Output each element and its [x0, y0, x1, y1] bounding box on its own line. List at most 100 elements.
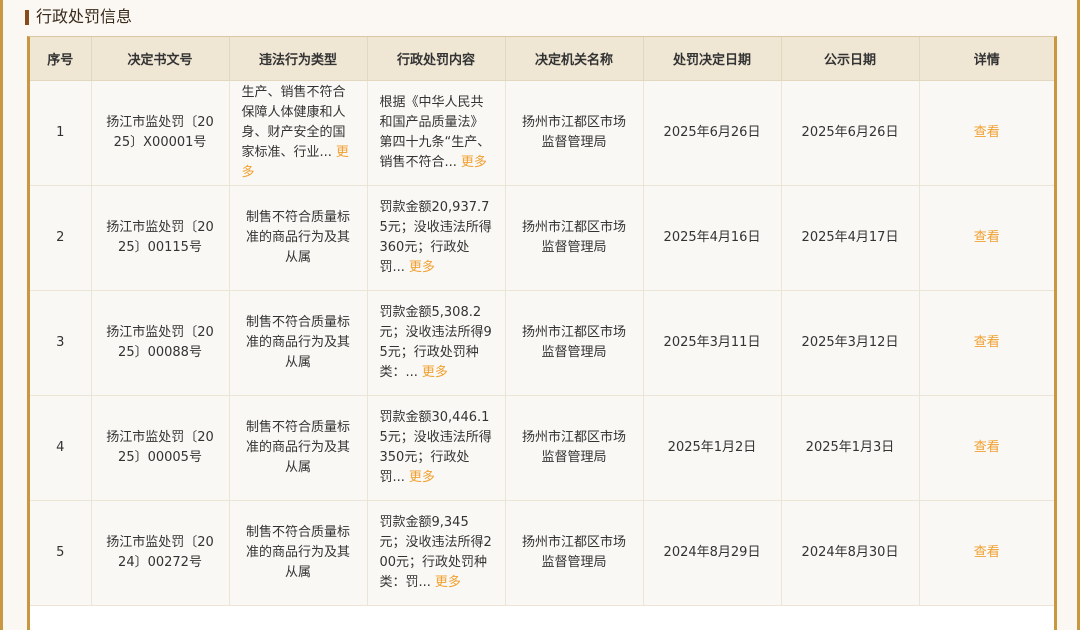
- cell-doc-no: 扬江市监处罚〔2025〕00005号: [91, 395, 230, 501]
- header-publish-date: 公示日期: [781, 37, 920, 81]
- view-detail-link[interactable]: 查看: [974, 545, 1000, 560]
- cell-publish-date: 2025年4月17日: [781, 185, 920, 291]
- cell-decision-date: 2024年8月29日: [643, 500, 782, 606]
- cell-index-text: 5: [56, 545, 65, 560]
- more-link[interactable]: 更多: [461, 155, 487, 170]
- cell-violation: 制售不符合质量标准的商品行为及其从属: [229, 395, 368, 501]
- cell-authority: 扬州市江都区市场监督管理局: [505, 290, 644, 396]
- cell-authority: 扬州市江都区市场监督管理局: [505, 500, 644, 606]
- cell-publish-date-text: 2025年4月17日: [801, 230, 899, 245]
- cell-authority: 扬州市江都区市场监督管理局: [505, 395, 644, 501]
- table-header-row: 序号 决定书文号 违法行为类型 行政处罚内容 决定机关名称 处罚决定日期 公示日…: [30, 37, 1054, 81]
- cell-index: 3: [30, 290, 92, 396]
- cell-content-text: 罚款金额20,937.75元；没收违法所得360元；行政处罚...: [379, 200, 492, 275]
- cell-decision-date: 2025年6月26日: [643, 80, 782, 186]
- cell-content: 罚款金额20,937.75元；没收违法所得360元；行政处罚... 更多: [367, 185, 506, 291]
- cell-content-wrap: 罚款金额20,937.75元；没收违法所得360元；行政处罚... 更多: [380, 198, 493, 278]
- cell-violation-text: 生产、销售不符合保障人体健康和人身、财产安全的国家标准、行业...: [241, 85, 346, 160]
- header-authority: 决定机关名称: [505, 37, 644, 81]
- cell-decision-date-text: 2025年3月11日: [663, 335, 761, 350]
- cell-content-wrap: 罚款金额9,345元；没收违法所得200元；行政处罚种类：罚... 更多: [380, 513, 493, 593]
- cell-doc-no-text: 扬江市监处罚〔2025〕00115号: [106, 220, 214, 255]
- cell-publish-date-text: 2025年1月3日: [805, 440, 895, 455]
- cell-detail: 查看: [919, 395, 1054, 501]
- cell-doc-no-text: 扬江市监处罚〔2025〕00005号: [106, 430, 214, 465]
- more-link[interactable]: 更多: [435, 575, 461, 590]
- cell-doc-no-text: 扬江市监处罚〔2025〕X00001号: [106, 115, 214, 150]
- cell-violation: 制售不符合质量标准的商品行为及其从属: [229, 500, 368, 606]
- cell-detail: 查看: [919, 290, 1054, 396]
- cell-content-text: 罚款金额30,446.15元；没收违法所得350元；行政处罚...: [379, 410, 492, 485]
- cell-index: 5: [30, 500, 92, 606]
- cell-detail: 查看: [919, 185, 1054, 291]
- cell-authority-text: 扬州市江都区市场监督管理局: [521, 535, 626, 570]
- cell-doc-no: 扬江市监处罚〔2025〕X00001号: [91, 80, 230, 186]
- cell-decision-date: 2025年4月16日: [643, 185, 782, 291]
- cell-index-text: 4: [56, 440, 65, 455]
- table-row: 5 扬江市监处罚〔2024〕00272号 制售不符合质量标准的商品行为及其从属 罚款金…: [30, 500, 1054, 606]
- cell-content: 罚款金额30,446.15元；没收违法所得350元；行政处罚... 更多: [367, 395, 506, 501]
- penalty-table: 序号 决定书文号 违法行为类型 行政处罚内容 决定机关名称 处罚决定日期 公示日…: [30, 37, 1054, 606]
- cell-publish-date: 2024年8月30日: [781, 500, 920, 606]
- cell-decision-date: 2025年1月2日: [643, 395, 782, 501]
- cell-content-wrap: 罚款金额30,446.15元；没收违法所得350元；行政处罚... 更多: [380, 408, 493, 488]
- cell-violation: 制售不符合质量标准的商品行为及其从属: [229, 185, 368, 291]
- cell-content: 罚款金额9,345元；没收违法所得200元；行政处罚种类：罚... 更多: [367, 500, 506, 606]
- more-link[interactable]: 更多: [422, 365, 448, 380]
- view-detail-link[interactable]: 查看: [974, 125, 1000, 140]
- cell-violation: 生产、销售不符合保障人体健康和人身、财产安全的国家标准、行业... 更多: [229, 80, 368, 186]
- cell-violation-text: 制售不符合质量标准的商品行为及其从属: [245, 315, 350, 370]
- table-row: 3 扬江市监处罚〔2025〕00088号 制售不符合质量标准的商品行为及其从属 罚款金…: [30, 290, 1054, 396]
- cell-decision-date-text: 2025年1月2日: [667, 440, 757, 455]
- more-link[interactable]: 更多: [409, 470, 435, 485]
- cell-publish-date: 2025年3月12日: [781, 290, 920, 396]
- cell-index: 1: [30, 80, 92, 186]
- cell-violation-text: 制售不符合质量标准的商品行为及其从属: [245, 210, 350, 265]
- cell-index-text: 3: [56, 335, 65, 350]
- cell-content: 根据《中华人民共和国产品质量法》第四十九条“生产、销售不符合... 更多: [367, 80, 506, 186]
- cell-authority: 扬州市江都区市场监督管理局: [505, 80, 644, 186]
- cell-authority-text: 扬州市江都区市场监督管理局: [521, 325, 626, 360]
- cell-publish-date: 2025年1月3日: [781, 395, 920, 501]
- view-detail-link[interactable]: 查看: [974, 335, 1000, 350]
- header-detail: 详情: [919, 37, 1054, 81]
- cell-content-wrap: 罚款金额5,308.2元；没收违法所得95元；行政处罚种类：... 更多: [380, 303, 493, 383]
- cell-publish-date-text: 2025年3月12日: [801, 335, 899, 350]
- table-row: 4 扬江市监处罚〔2025〕00005号 制售不符合质量标准的商品行为及其从属 罚款金…: [30, 395, 1054, 501]
- view-detail-link[interactable]: 查看: [974, 440, 1000, 455]
- cell-authority-text: 扬州市江都区市场监督管理局: [521, 430, 626, 465]
- cell-decision-date-text: 2024年8月29日: [663, 545, 761, 560]
- header-decision-date: 处罚决定日期: [643, 37, 782, 81]
- cell-detail: 查看: [919, 80, 1054, 186]
- table-row: 2 扬江市监处罚〔2025〕00115号 制售不符合质量标准的商品行为及其从属 罚款金…: [30, 185, 1054, 291]
- cell-decision-date-text: 2025年6月26日: [663, 125, 761, 140]
- cell-authority-text: 扬州市江都区市场监督管理局: [521, 220, 626, 255]
- cell-content-wrap: 根据《中华人民共和国产品质量法》第四十九条“生产、销售不符合... 更多: [380, 93, 493, 173]
- cell-detail: 查看: [919, 500, 1054, 606]
- cell-publish-date-text: 2025年6月26日: [801, 125, 899, 140]
- cell-index: 2: [30, 185, 92, 291]
- section-title: 行政处罚信息: [36, 7, 133, 26]
- header-index: 序号: [30, 37, 92, 81]
- cell-doc-no: 扬江市监处罚〔2025〕00088号: [91, 290, 230, 396]
- cell-doc-no-text: 扬江市监处罚〔2024〕00272号: [106, 535, 214, 570]
- cell-doc-no: 扬江市监处罚〔2024〕00272号: [91, 500, 230, 606]
- cell-violation-text: 制售不符合质量标准的商品行为及其从属: [245, 420, 350, 475]
- cell-index-text: 1: [56, 125, 65, 140]
- cell-publish-date: 2025年6月26日: [781, 80, 920, 186]
- cell-violation-wrap: 生产、销售不符合保障人体健康和人身、财产安全的国家标准、行业... 更多: [242, 83, 355, 183]
- header-violation: 违法行为类型: [229, 37, 368, 81]
- cell-content: 罚款金额5,308.2元；没收违法所得95元；行政处罚种类：... 更多: [367, 290, 506, 396]
- cell-doc-no-text: 扬江市监处罚〔2025〕00088号: [106, 325, 214, 360]
- cell-authority: 扬州市江都区市场监督管理局: [505, 185, 644, 291]
- view-detail-link[interactable]: 查看: [974, 230, 1000, 245]
- cell-doc-no: 扬江市监处罚〔2025〕00115号: [91, 185, 230, 291]
- cell-decision-date-text: 2025年4月16日: [663, 230, 761, 245]
- more-link[interactable]: 更多: [409, 260, 435, 275]
- section-header: 行政处罚信息: [25, 6, 132, 28]
- table-row: 1 扬江市监处罚〔2025〕X00001号 生产、销售不符合保障人体健康和人身、财产…: [30, 80, 1054, 186]
- cell-index-text: 2: [56, 230, 65, 245]
- cell-publish-date-text: 2024年8月30日: [801, 545, 899, 560]
- page-frame: 行政处罚信息 序号 决定书文号 违法行为类型 行政处罚内容 决定机关名称 处罚决…: [0, 0, 1080, 630]
- cell-index: 4: [30, 395, 92, 501]
